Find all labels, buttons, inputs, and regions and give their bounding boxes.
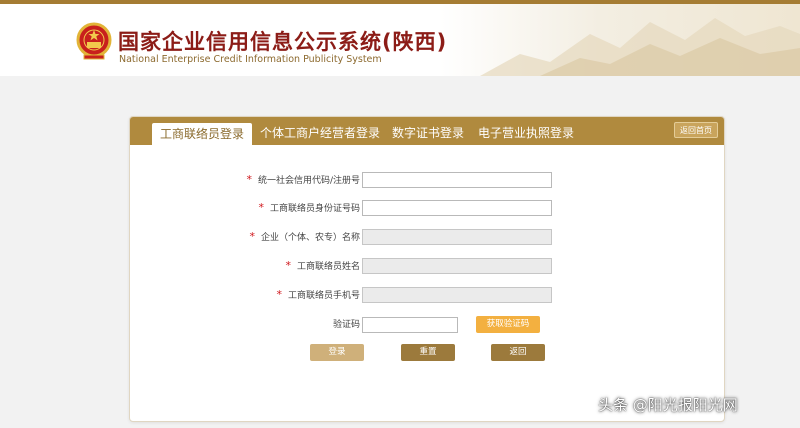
liaison-name-input — [362, 258, 552, 274]
get-verification-code-button[interactable]: 获取验证码 — [476, 316, 540, 333]
site-subtitle-english: National Enterprise Credit Information P… — [119, 54, 382, 65]
enterprise-name-input — [362, 229, 552, 245]
credit-code-label: * 统一社会信用代码/注册号 — [246, 173, 360, 186]
required-mark: * — [246, 173, 252, 186]
watermark-text: 头条 @阳光报阳光网 — [598, 396, 738, 414]
mountain-landscape-decoration — [480, 18, 800, 76]
back-home-button[interactable]: 返回首页 — [674, 122, 718, 138]
tab-individual-business-login[interactable]: 个体工商户经营者登录 — [260, 125, 380, 141]
site-header: 国家企业信用信息公示系统(陕西) National Enterprise Cre… — [0, 4, 800, 76]
tab-digital-certificate-login[interactable]: 数字证书登录 — [392, 125, 464, 141]
id-number-input[interactable] — [362, 200, 552, 216]
captcha-label: 验证码 — [332, 320, 360, 330]
required-mark: * — [285, 259, 291, 272]
liaison-phone-input — [362, 287, 552, 303]
back-button[interactable]: 返回 — [491, 344, 545, 361]
enterprise-name-label: * 企业（个体、农专）名称 — [249, 230, 360, 243]
login-tab-bar: 工商联络员登录 个体工商户经营者登录 数字证书登录 电子营业执照登录 返回首页 — [130, 117, 724, 145]
required-mark: * — [249, 230, 255, 243]
reset-button[interactable]: 重置 — [401, 344, 455, 361]
tab-liaison-login[interactable]: 工商联络员登录 — [152, 123, 253, 145]
required-mark: * — [258, 201, 264, 214]
tab-electronic-license-login[interactable]: 电子营业执照登录 — [478, 125, 574, 141]
liaison-phone-label: * 工商联络员手机号 — [276, 288, 360, 301]
required-mark: * — [276, 288, 282, 301]
site-title: 国家企业信用信息公示系统(陕西) — [118, 30, 448, 54]
credit-code-input[interactable] — [362, 172, 552, 188]
national-emblem-icon — [76, 22, 112, 60]
login-panel: 工商联络员登录 个体工商户经营者登录 数字证书登录 电子营业执照登录 返回首页 … — [129, 116, 725, 422]
captcha-input[interactable] — [362, 317, 458, 333]
liaison-name-label: * 工商联络员姓名 — [285, 259, 360, 272]
login-button[interactable]: 登录 — [310, 344, 364, 361]
id-number-label: * 工商联络员身份证号码 — [258, 201, 360, 214]
